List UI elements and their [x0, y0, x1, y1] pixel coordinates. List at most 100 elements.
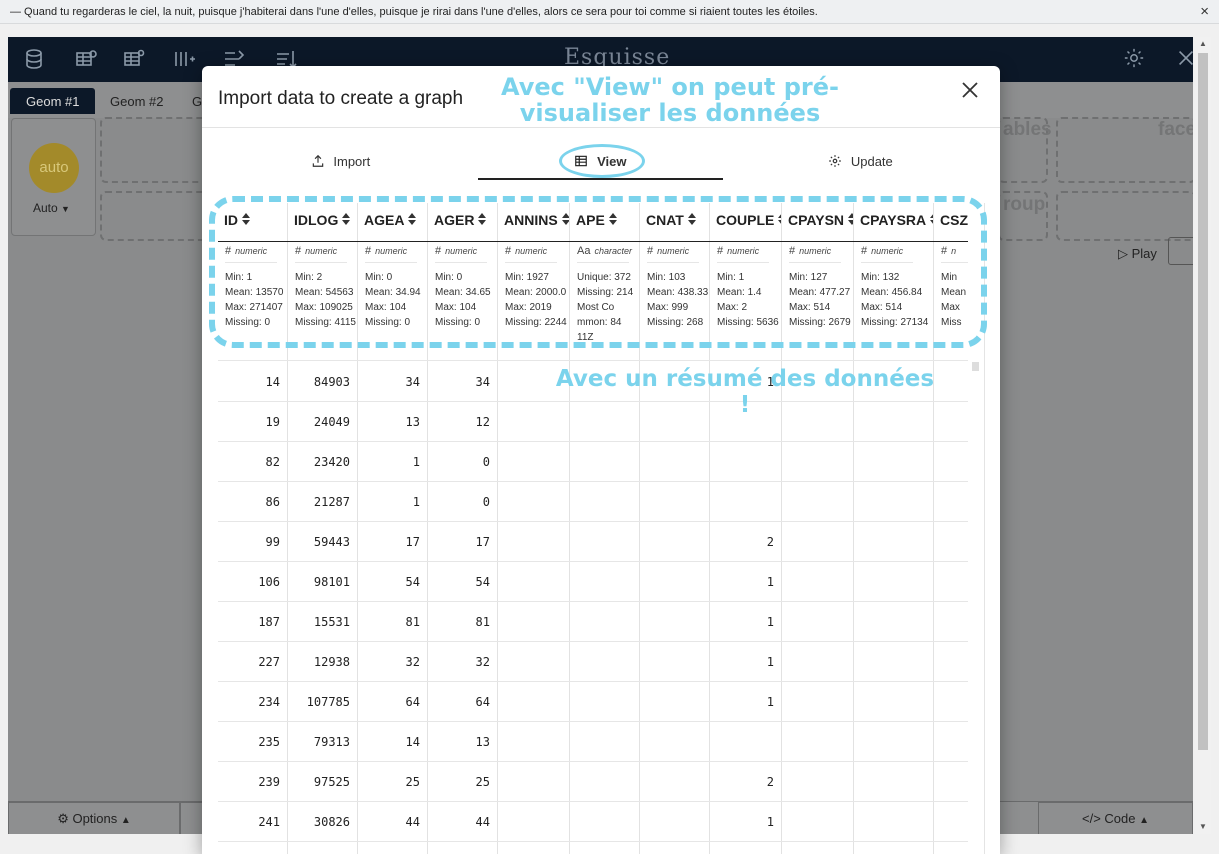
column-header[interactable]: APE: [570, 203, 639, 241]
column-header[interactable]: CPAYSRA: [854, 203, 933, 241]
table-settings-icon[interactable]: [122, 47, 146, 71]
column-type-label: numeric: [305, 246, 338, 256]
scroll-up-icon[interactable]: ▲: [1195, 37, 1211, 51]
options-label: Options: [72, 811, 118, 826]
column-couple: COUPLE # numeric Min: 1 Mean: 1.4 Max: 2 Missi…: [710, 203, 782, 854]
column-annins: ANNINS # numeric Min: 1927 Mean: 2000.0 Max: …: [498, 203, 570, 854]
table-cell: 84903: [313, 375, 350, 389]
table-cell: 19: [265, 415, 280, 429]
table-cell: 99: [265, 535, 280, 549]
sort-icon[interactable]: [478, 212, 487, 228]
column-header[interactable]: ID: [218, 203, 287, 241]
options-button[interactable]: ⚙ Options ▲: [8, 802, 180, 834]
summary-stat: Mean: 2000.0: [505, 287, 567, 298]
table-cell: 1: [766, 575, 774, 589]
sort-icon[interactable]: [848, 212, 853, 228]
column-type-label: character: [594, 246, 632, 256]
gear-icon: [829, 155, 842, 167]
column-summary: # numeric Min: 0 Mean: 34.65 Max: 104 Missing…: [428, 245, 497, 330]
table-cell: 81: [405, 615, 420, 629]
summary-stat: Miss: [941, 317, 962, 328]
column-header-label: AGER: [434, 212, 475, 228]
column-header[interactable]: CSZ: [934, 203, 968, 241]
summary-annotation: Avec un résumé des données !: [555, 366, 935, 418]
download-button[interactable]: [1168, 237, 1193, 265]
dropzone-facet-row[interactable]: [1056, 191, 1193, 241]
table-cell: 32: [475, 655, 490, 669]
table-cell: 235: [258, 735, 280, 749]
sort-icon[interactable]: [242, 212, 250, 228]
page-scrollbar[interactable]: ▲ ▼: [1195, 37, 1211, 834]
column-header-label: ANNINS: [504, 212, 558, 228]
numeric-type-icon: #: [647, 245, 654, 257]
column-header[interactable]: AGER: [428, 203, 497, 241]
data-grid[interactable]: ID # numeric Min: 1 Mean: 13570 Max: 271407 Mi…: [218, 203, 968, 854]
column-type: # numeric: [295, 245, 347, 263]
column-header[interactable]: CNAT: [640, 203, 709, 241]
numeric-type-icon: #: [295, 245, 302, 257]
columns-add-icon[interactable]: [172, 47, 196, 71]
tab-import[interactable]: Import: [218, 146, 463, 180]
app-close-icon[interactable]: [1175, 47, 1193, 74]
numeric-type-icon: #: [505, 245, 512, 257]
column-header[interactable]: COUPLE: [710, 203, 781, 241]
numeric-type-icon: #: [717, 245, 724, 257]
summary-stat: Max: 104: [365, 302, 407, 313]
table-cell: 98101: [313, 575, 350, 589]
column-header[interactable]: ANNINS: [498, 203, 569, 241]
modal-header-divider: [202, 127, 1000, 128]
close-icon[interactable]: ×: [1200, 3, 1209, 20]
notification-text: — Quand tu regarderas le ciel, la nuit, …: [10, 6, 818, 18]
column-type: # numeric: [505, 245, 557, 263]
caret-up-icon: ▲: [1139, 815, 1150, 826]
sort-icon[interactable]: [408, 212, 417, 228]
table-cell: 239: [258, 775, 280, 789]
tab-update-label: Update: [850, 154, 893, 169]
sort-icon[interactable]: [778, 212, 781, 228]
table-cell: 34: [405, 375, 420, 389]
sort-icon[interactable]: [561, 212, 569, 228]
auto-dropdown[interactable]: Auto ▼: [33, 201, 70, 215]
summary-stat: Min: 103: [647, 272, 686, 283]
table-row: [218, 481, 968, 482]
table-cell: 79313: [313, 735, 350, 749]
column-type: # numeric: [365, 245, 417, 263]
modal-close-icon[interactable]: [958, 78, 982, 102]
table-cell: 107785: [306, 695, 350, 709]
scroll-down-icon[interactable]: ▼: [1195, 820, 1211, 834]
column-header[interactable]: IDLOG: [288, 203, 357, 241]
tab-update[interactable]: Update: [738, 146, 983, 180]
code-button[interactable]: </> Code ▲: [1038, 802, 1193, 834]
column-summary: # numeric Min: 1 Mean: 1.4 Max: 2 Missing: 56…: [710, 245, 781, 330]
column-header[interactable]: CPAYSN: [782, 203, 853, 241]
summary-stat: Missing: 5636: [717, 317, 779, 328]
summary-stat: Max: 2019: [505, 302, 552, 313]
table-view-icon[interactable]: [74, 47, 98, 71]
summary-stat: Mean: 477.27: [789, 287, 851, 298]
sort-icon[interactable]: [687, 212, 696, 228]
table-cell: 59443: [313, 535, 350, 549]
database-icon[interactable]: [22, 47, 46, 71]
sort-icon[interactable]: [342, 212, 351, 228]
table-cell: 21287: [313, 495, 350, 509]
table-cell: 1: [766, 815, 774, 829]
table-cell: 106: [258, 575, 280, 589]
grid-scrollbar[interactable]: [972, 362, 979, 371]
auto-geom-button[interactable]: auto: [29, 143, 79, 193]
column-header-label: CPAYSN: [788, 212, 845, 228]
tab-geom-2[interactable]: Geom #2: [94, 88, 179, 114]
summary-divider: [218, 360, 968, 361]
summary-stat: Min: 1: [717, 272, 745, 283]
play-button[interactable]: ▷ Play: [1118, 246, 1157, 262]
table-cell: 30826: [313, 815, 350, 829]
sort-icon[interactable]: [930, 212, 933, 228]
column-header[interactable]: AGEA: [358, 203, 427, 241]
summary-stat: Missing: 4115: [295, 317, 356, 328]
sort-icon[interactable]: [608, 212, 617, 228]
table-cell: 14: [265, 375, 280, 389]
table-row: [218, 601, 968, 602]
scrollbar-thumb[interactable]: [1198, 53, 1208, 750]
dropzone-facet-label: face: [1158, 119, 1193, 140]
tab-geom-1[interactable]: Geom #1: [10, 88, 96, 114]
settings-gear-icon[interactable]: [1123, 47, 1145, 74]
